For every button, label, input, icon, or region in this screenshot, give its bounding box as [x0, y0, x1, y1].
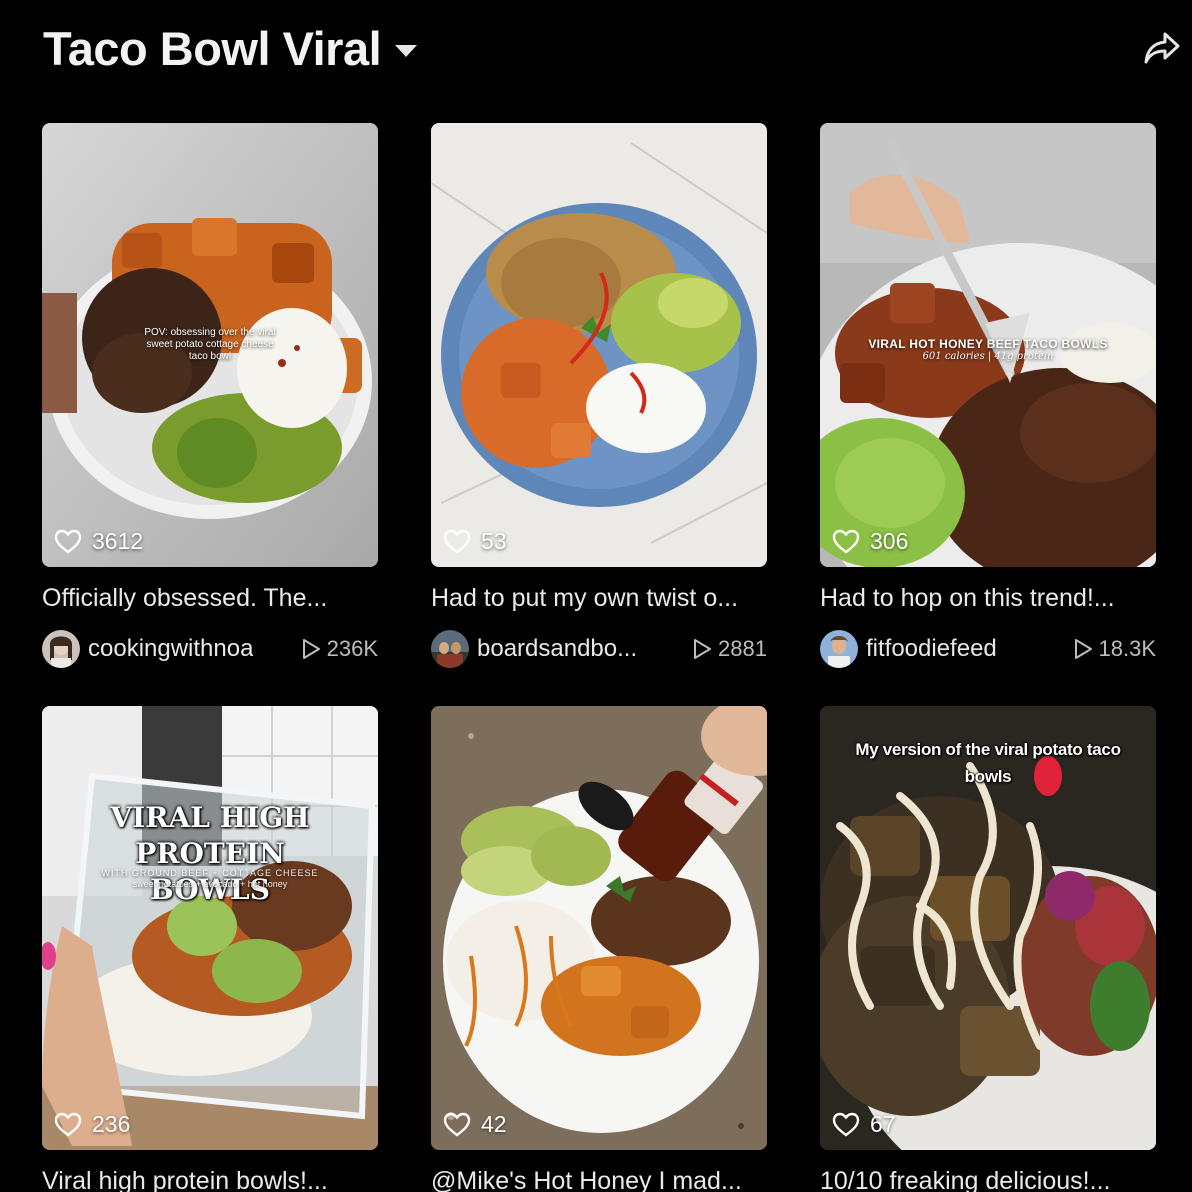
author-name[interactable]: fitfoodiefeed — [866, 635, 997, 663]
video-card[interactable]: VIRAL HIGH PROTEIN BOWLS WITH GROUND BEE… — [42, 706, 378, 1192]
heart-outline-icon — [54, 1112, 82, 1137]
like-count: 3612 — [54, 528, 143, 555]
video-thumbnail[interactable]: 42 — [431, 706, 767, 1150]
heart-outline-icon — [832, 1112, 860, 1137]
thumbnail-overlay-subtext-2: sweet potatoes + avocado + hot honey — [132, 879, 288, 889]
thumbnail-overlay-text: VIRAL HIGH PROTEIN BOWLS — [110, 801, 310, 906]
video-card[interactable]: 53 Had to put my own twist o... boardsan… — [431, 123, 767, 669]
like-count-value: 3612 — [92, 528, 144, 554]
share-button[interactable] — [1140, 26, 1184, 70]
heart-outline-icon — [54, 529, 82, 554]
video-card[interactable]: POV: obsessing over the viral sweet pota… — [42, 123, 378, 669]
video-thumbnail[interactable]: POV: obsessing over the viral sweet pota… — [42, 123, 378, 567]
thumbnail-overlay-text: POV: obsessing over the viral sweet pota… — [144, 327, 276, 362]
like-count-value: 67 — [870, 1111, 896, 1137]
like-count-value: 306 — [870, 528, 909, 554]
video-thumbnail[interactable]: VIRAL HIGH PROTEIN BOWLS WITH GROUND BEE… — [42, 706, 378, 1150]
view-count-value: 2881 — [718, 636, 767, 661]
video-thumbnail[interactable]: My version of the viral potato taco bowl… — [820, 706, 1156, 1150]
thumbnail-image — [42, 706, 378, 1150]
page-title[interactable]: Taco Bowl Viral — [43, 21, 382, 76]
video-thumbnail[interactable]: 53 — [431, 123, 767, 567]
like-count: 306 — [832, 528, 908, 555]
video-caption[interactable]: 10/10 freaking delicious!... — [820, 1167, 1156, 1192]
share-arrow-icon — [1144, 32, 1180, 64]
thumbnail-overlay-text: My version of the viral potato taco bowl… — [855, 740, 1121, 786]
like-count: 236 — [54, 1111, 130, 1138]
thumbnail-overlay-text: VIRAL HOT HONEY BEEF TACO BOWLS — [868, 337, 1108, 351]
play-outline-icon — [302, 639, 320, 659]
thumbnail-image — [431, 706, 767, 1150]
video-meta: cookingwithnoa 236K — [42, 629, 378, 669]
view-count: 18.3K — [1073, 636, 1157, 662]
like-count-value: 236 — [92, 1111, 131, 1137]
like-count: 67 — [832, 1111, 896, 1138]
heart-outline-icon — [832, 529, 860, 554]
heart-outline-icon — [443, 1112, 471, 1137]
like-count: 42 — [443, 1111, 507, 1138]
heart-outline-icon — [443, 529, 471, 554]
thumbnail-image — [431, 123, 767, 567]
video-caption[interactable]: Had to put my own twist o... — [431, 584, 767, 613]
video-thumbnail[interactable]: VIRAL HOT HONEY BEEF TACO BOWLS 601 calo… — [820, 123, 1156, 567]
avatar[interactable] — [42, 630, 80, 668]
view-count-value: 18.3K — [1098, 636, 1157, 661]
video-meta: fitfoodiefeed 18.3K — [820, 629, 1156, 669]
like-count: 53 — [443, 528, 507, 555]
thumbnail-overlay-subtext: WITH GROUND BEEF + COTTAGE CHEESE — [101, 868, 319, 878]
video-card[interactable]: VIRAL HOT HONEY BEEF TACO BOWLS 601 calo… — [820, 123, 1156, 669]
author-name[interactable]: cookingwithnoa — [88, 635, 253, 663]
caret-down-icon[interactable] — [395, 45, 418, 57]
avatar[interactable] — [820, 630, 858, 668]
view-count: 236K — [301, 636, 378, 662]
video-meta: boardsandbo... 2881 — [431, 629, 767, 669]
like-count-value: 53 — [481, 528, 507, 554]
page-header: Taco Bowl Viral — [43, 18, 418, 78]
play-outline-icon — [1074, 639, 1092, 659]
video-caption[interactable]: Officially obsessed. The... — [42, 584, 378, 613]
video-caption[interactable]: @Mike's Hot Honey I mad... — [431, 1167, 767, 1192]
view-count: 2881 — [692, 636, 767, 662]
thumbnail-overlay-subtext: 601 calories | 41g protein — [922, 351, 1054, 362]
video-card[interactable]: 42 @Mike's Hot Honey I mad... — [431, 706, 767, 1192]
like-count-value: 42 — [481, 1111, 507, 1137]
play-outline-icon — [694, 639, 712, 659]
video-caption[interactable]: Had to hop on this trend!... — [820, 584, 1156, 613]
avatar[interactable] — [431, 630, 469, 668]
video-card[interactable]: My version of the viral potato taco bowl… — [820, 706, 1156, 1192]
author-name[interactable]: boardsandbo... — [477, 635, 637, 663]
view-count-value: 236K — [326, 636, 378, 661]
video-caption[interactable]: Viral high protein bowls!... — [42, 1167, 378, 1192]
